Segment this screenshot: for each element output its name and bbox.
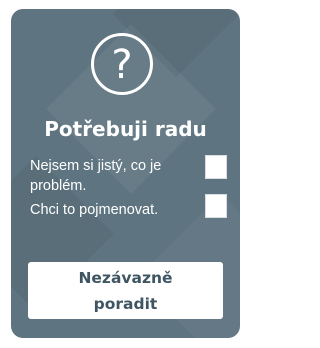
option-label-name-it: Chci to pojmenovat. xyxy=(30,202,159,218)
advice-card: ? Potřebuji radu Nejsem si jistý, co je … xyxy=(11,9,240,338)
advise-button[interactable]: Nezávazně poradit xyxy=(28,262,223,319)
option-label-unsure: Nejsem si jistý, co je problém. xyxy=(30,158,162,194)
question-mark-glyph: ? xyxy=(111,42,133,88)
card-title: Potřebuji radu xyxy=(44,117,207,141)
question-mark-circle-icon: ? xyxy=(91,33,153,95)
option-checkbox-unsure[interactable] xyxy=(205,155,227,179)
option-checkbox-name-it[interactable] xyxy=(205,194,227,218)
